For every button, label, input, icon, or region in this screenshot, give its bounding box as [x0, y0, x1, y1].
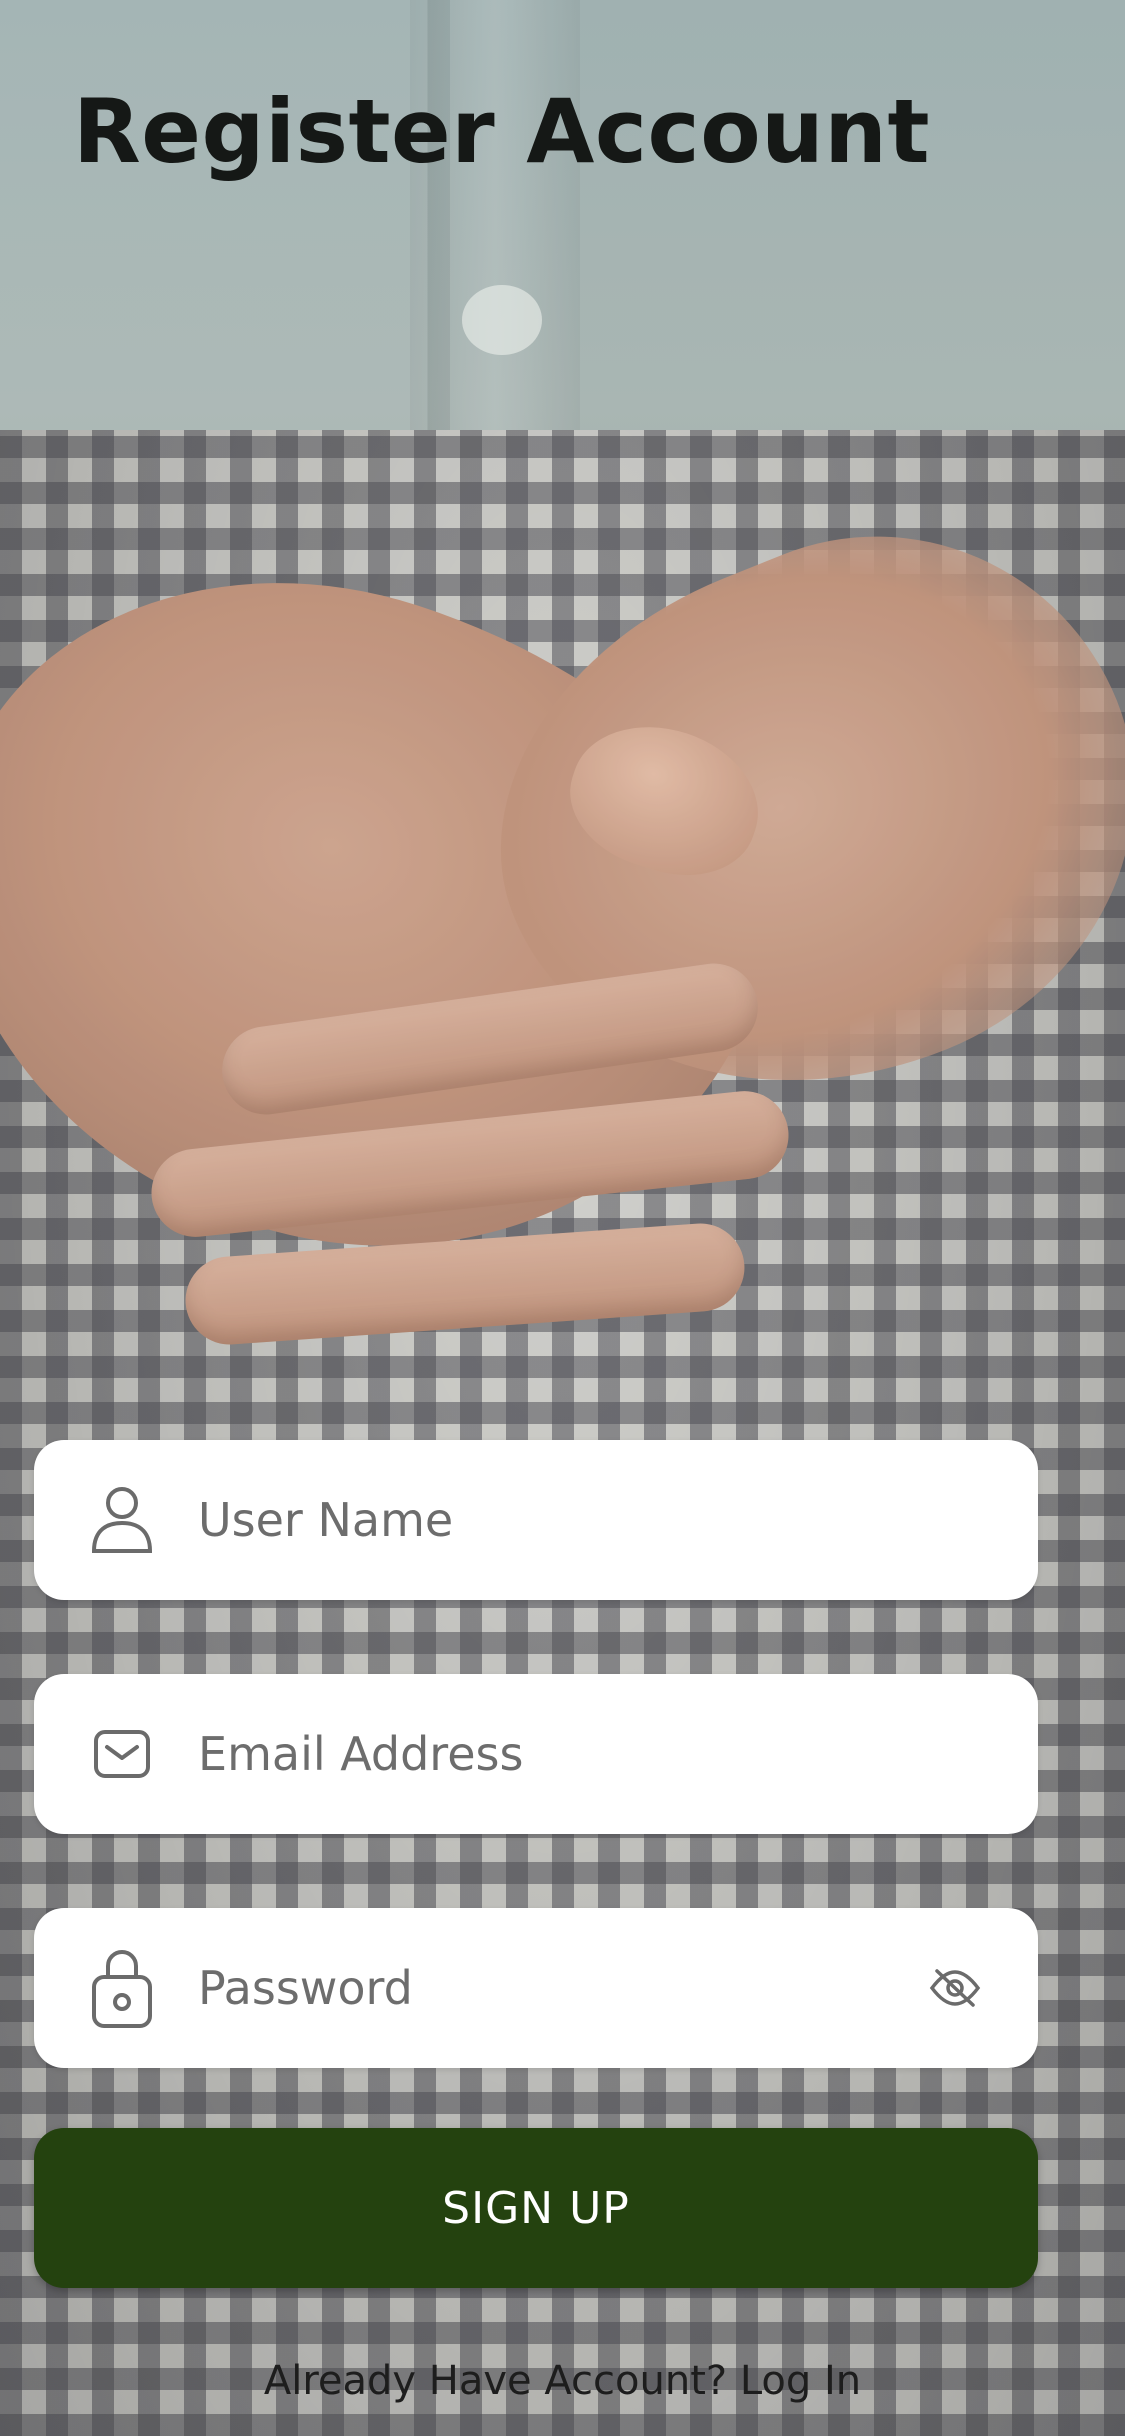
- email-input[interactable]: [198, 1714, 908, 1794]
- signup-button[interactable]: SIGN UP: [34, 2128, 1038, 2288]
- username-field[interactable]: [34, 1440, 1038, 1600]
- login-prompt-text: Already Have Account?: [263, 2358, 728, 2404]
- password-field[interactable]: [34, 1908, 1038, 2068]
- lock-icon: [89, 1950, 155, 2028]
- login-prompt-row: Already Have Account? Log In: [0, 2358, 1125, 2404]
- photo-veil: [0, 0, 1125, 2436]
- eye-off-icon[interactable]: [927, 1960, 983, 2016]
- user-icon: [89, 1484, 155, 1556]
- username-input[interactable]: [198, 1480, 908, 1560]
- mail-icon: [89, 1718, 155, 1790]
- email-field[interactable]: [34, 1674, 1038, 1834]
- page-title: Register Account: [73, 80, 931, 183]
- background-photo: [0, 0, 1125, 2436]
- password-input[interactable]: [198, 1948, 908, 2028]
- login-link[interactable]: Log In: [740, 2358, 861, 2404]
